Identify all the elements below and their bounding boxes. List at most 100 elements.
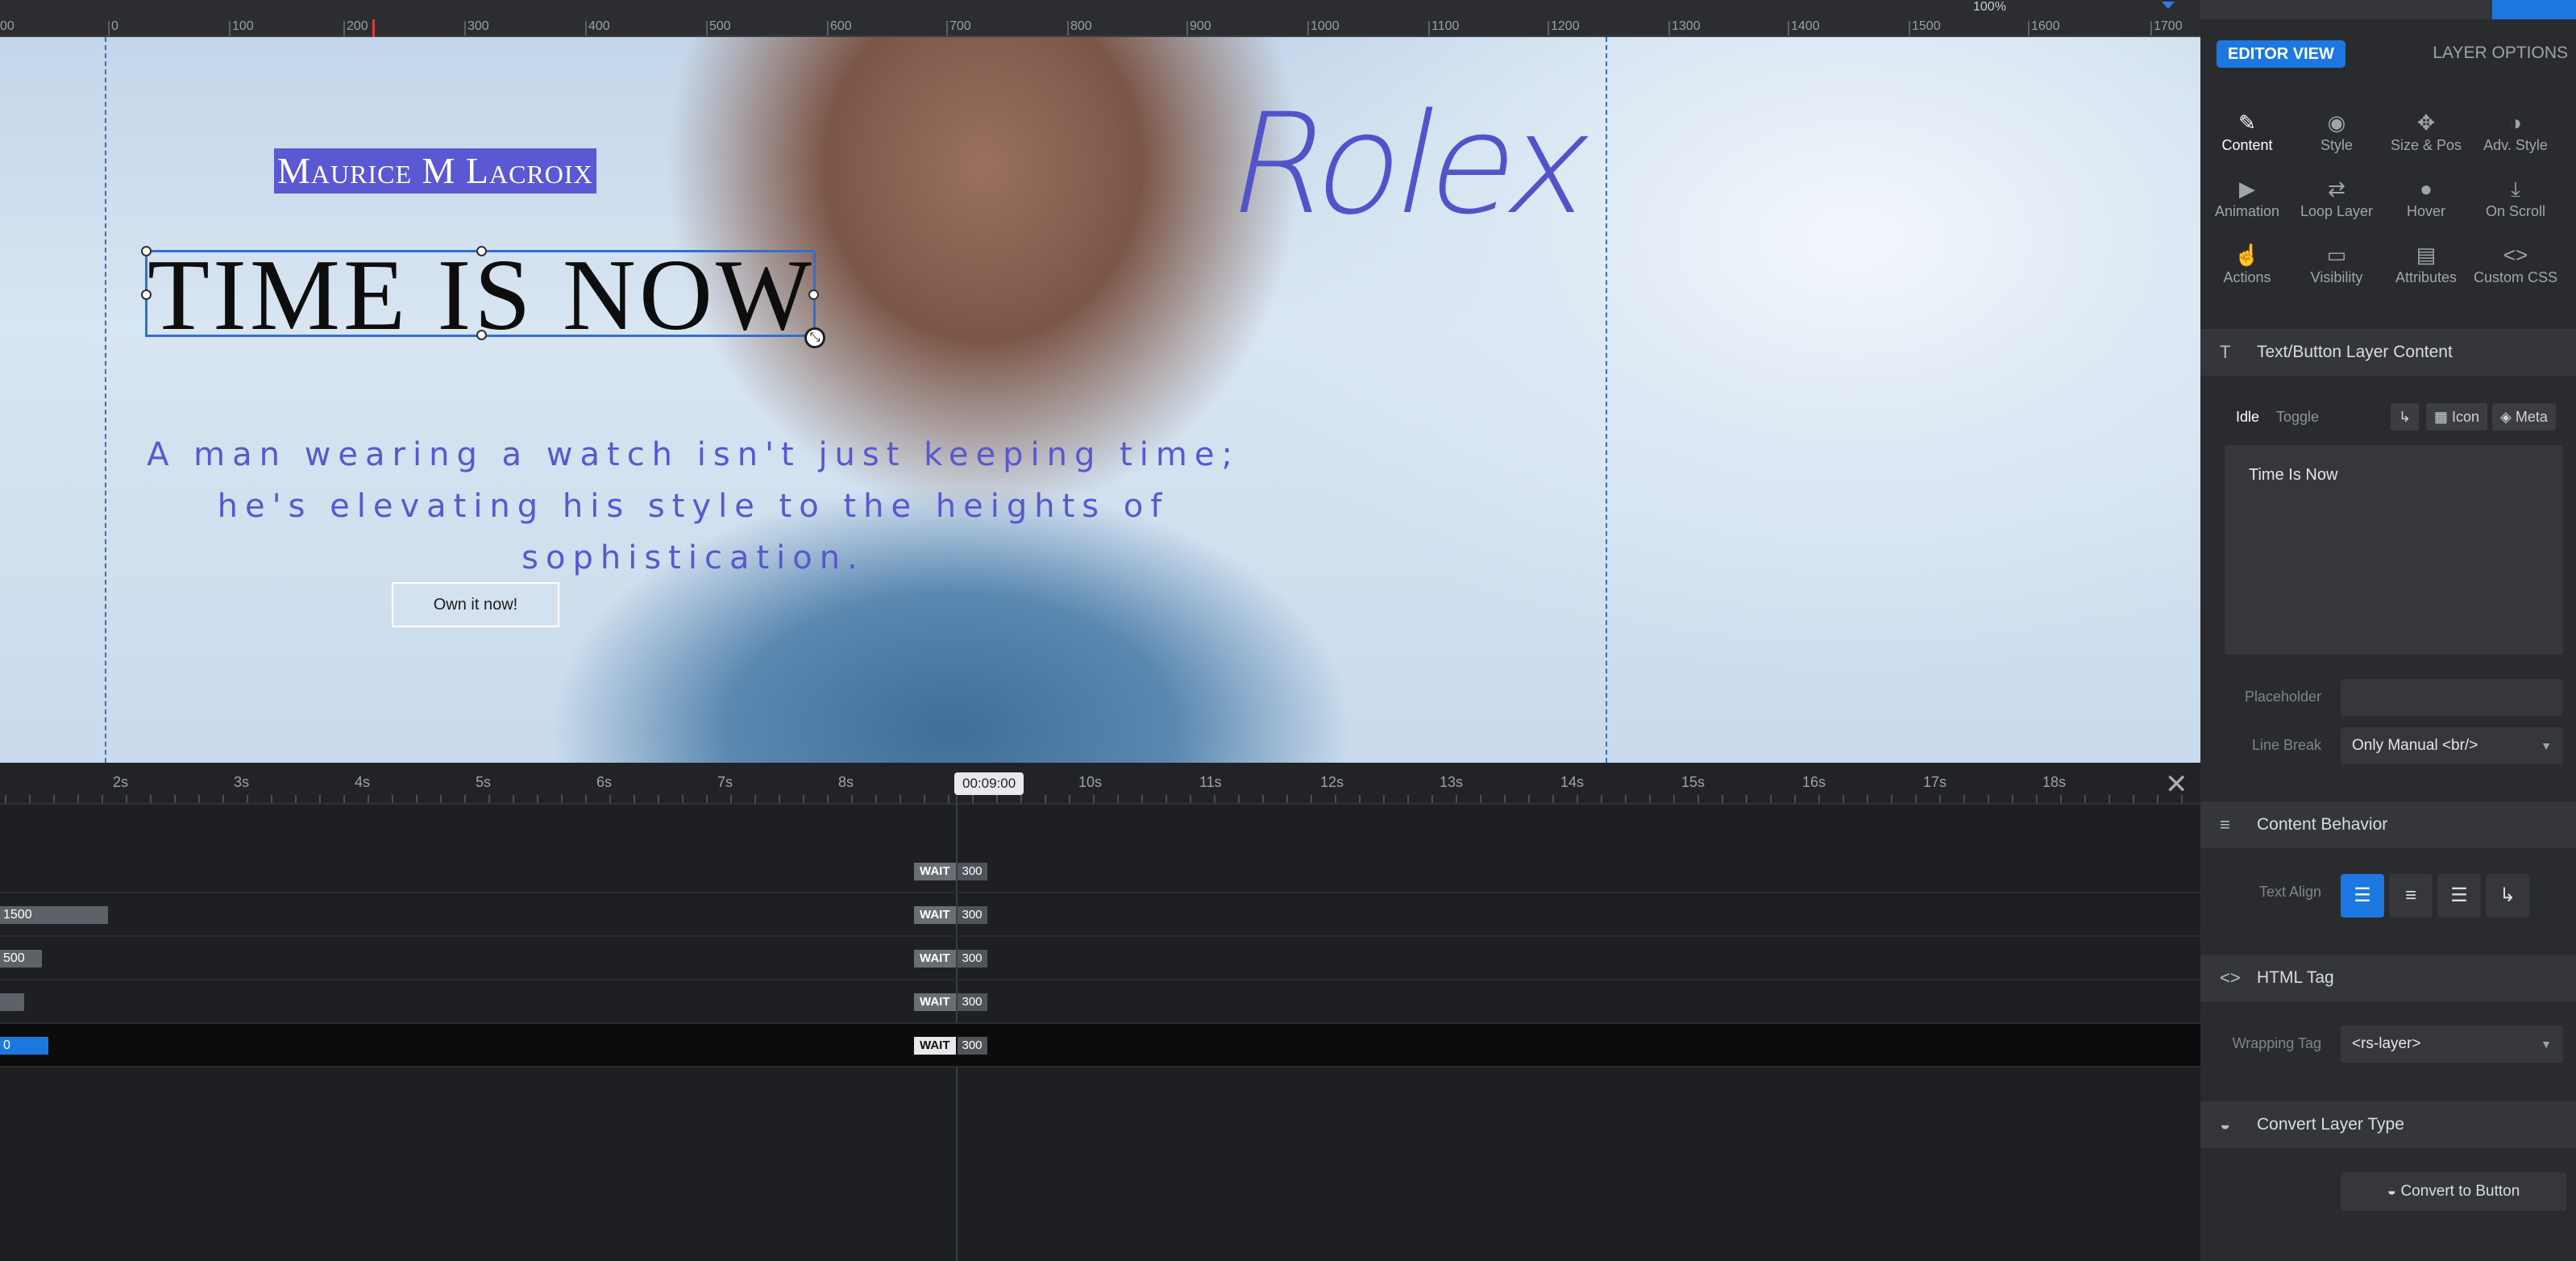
timeline-tick <box>102 795 103 803</box>
timeline-tick-label: 10s <box>1078 774 1103 790</box>
maurice-lacroix-logo-layer[interactable]: Maurice M Lacroix <box>274 148 596 194</box>
tab-attributes[interactable]: ▤ Attributes <box>2381 240 2471 286</box>
placeholder-input[interactable] <box>2341 679 2563 716</box>
timeline-tick <box>1141 795 1143 803</box>
timeline-panel[interactable]: 2s 3s 4s 5s 6s 7s 8s 10s 11s 12s 13s 14s 15s 16s 17s 18… <box>0 763 2200 1261</box>
tab-style[interactable]: ◉ Style <box>2291 108 2382 154</box>
tab-animation[interactable]: ▶ Animation <box>2202 174 2292 220</box>
line-break-icon[interactable]: ↳ <box>2391 403 2420 431</box>
timeline-ruler[interactable]: 2s 3s 4s 5s 6s 7s 8s 10s 11s 12s 13s 14s 15s 16s 17s 18… <box>0 763 2200 805</box>
timeline-tick-label: 18s <box>2042 774 2067 790</box>
text-icon: T <box>2220 342 2231 362</box>
timeline-tick <box>561 795 563 803</box>
close-icon[interactable]: ✕ <box>2165 771 2188 798</box>
ruler-tick <box>1428 21 1430 35</box>
timeline-row[interactable]: WAIT 300 <box>0 980 2200 1024</box>
ruler-tick <box>1307 21 1309 35</box>
wait-badge[interactable]: WAIT 300 <box>914 906 987 924</box>
section-convert-layer[interactable]: ◒ Convert Layer Type <box>2200 1101 2576 1148</box>
editor-root: { "ruler": { "zoom": "100%", "ticks": ["… <box>0 0 2576 1261</box>
resize-handle-top[interactable] <box>476 246 487 256</box>
convert-to-button[interactable]: ◒ Convert to Button <box>2341 1172 2566 1211</box>
editor-view-badge[interactable]: EDITOR VIEW <box>2217 40 2345 68</box>
section-content-behavior[interactable]: ≡ Content Behavior <box>2200 801 2576 848</box>
panel-top-bar <box>2200 0 2576 19</box>
playhead-time[interactable]: 00:09:00 <box>954 772 1024 795</box>
ruler-dropdown-icon[interactable] <box>2162 2 2175 9</box>
line-break-label: Line Break <box>2251 737 2321 753</box>
slide-canvas[interactable]: Maurice M Lacroix Rolex TIME IS NOW ⤡ A … <box>0 37 2200 763</box>
timeline-tick <box>222 795 224 803</box>
wrapping-tag-select[interactable]: <rs-layer> ▼ <box>2341 1026 2563 1063</box>
tab-content[interactable]: ✎ Content <box>2202 108 2292 154</box>
timeline-row[interactable]: 500 WAIT 300 <box>0 937 2200 980</box>
timeline-tick <box>513 795 514 803</box>
timeline-tick <box>416 795 418 803</box>
ruler-tick <box>1668 21 1670 35</box>
timeline-tick <box>1649 795 1651 803</box>
tab-hover[interactable]: ● Hover <box>2381 174 2471 220</box>
timeline-bar-selected[interactable]: 0 <box>0 1037 48 1055</box>
section-text-content[interactable]: T Text/Button Layer Content <box>2200 329 2576 376</box>
resize-handle-bottom[interactable] <box>476 330 487 340</box>
timeline-tick <box>1843 795 1844 803</box>
wait-badge[interactable]: WAIT 300 <box>914 993 987 1011</box>
selected-headline-layer[interactable]: TIME IS NOW <box>141 245 819 347</box>
line-break-select[interactable]: Only Manual <br/> ▼ <box>2341 727 2563 764</box>
resize-handle-right[interactable] <box>808 289 819 300</box>
own-it-now-button[interactable]: Own it now! <box>392 582 559 627</box>
ruler-tick-label: 0 <box>111 19 118 33</box>
tab-actions[interactable]: ☝ Actions <box>2202 240 2292 286</box>
subtab-toggle[interactable]: Toggle <box>2276 403 2319 431</box>
grid-icon: ▦ <box>2434 409 2453 425</box>
align-right-icon[interactable]: ☰ <box>2437 874 2481 918</box>
align-left-icon[interactable]: ☰ <box>2341 874 2384 918</box>
layer-text-textarea[interactable]: Time Is Now <box>2225 445 2563 655</box>
ruler-tick <box>2150 21 2152 35</box>
ruler-tick <box>585 21 587 35</box>
ruler-tick-label: 1400 <box>1791 19 1820 33</box>
timeline-row[interactable]: 1500 WAIT 300 <box>0 893 2200 937</box>
timeline-tick-label: 7s <box>717 774 733 790</box>
timeline-tick <box>464 795 466 803</box>
hand-pointer-icon: ☝ <box>2233 243 2261 267</box>
tab-adv-style[interactable]: ◑ Adv. Style <box>2470 108 2561 154</box>
wait-badge[interactable]: WAIT 300 <box>914 863 987 880</box>
timeline-row[interactable]: WAIT 300 <box>0 850 2200 893</box>
insert-meta-button[interactable]: ◈ Meta <box>2492 403 2556 431</box>
timeline-tick <box>1359 795 1361 803</box>
wait-badge[interactable]: WAIT 300 <box>914 950 987 968</box>
timeline-tick <box>2012 795 2013 803</box>
ruler-tick <box>1788 21 1789 35</box>
insert-icon-button[interactable]: ▦ Icon <box>2426 403 2488 431</box>
align-inherit-icon[interactable]: ↳ <box>2486 874 2529 918</box>
timeline-tick <box>2060 795 2062 803</box>
timeline-tick <box>1045 795 1046 803</box>
timeline-bar[interactable]: 1500 <box>0 906 108 924</box>
timeline-tick <box>585 795 587 803</box>
resize-handle-top-left[interactable] <box>141 246 152 256</box>
tab-on-scroll[interactable]: ⤓ On Scroll <box>2470 174 2561 220</box>
panel-top-active-button[interactable] <box>2492 0 2576 19</box>
subtitle-layer[interactable]: A man wearing a watch isn't just keeping… <box>105 429 1282 584</box>
tab-visibility[interactable]: ▭ Visibility <box>2291 240 2382 286</box>
resize-handle-left[interactable] <box>141 289 152 300</box>
timeline-tick <box>1673 795 1675 803</box>
tab-custom-css[interactable]: <> Custom CSS <box>2470 240 2561 286</box>
align-center-icon[interactable]: ≡ <box>2389 874 2433 918</box>
horizontal-ruler[interactable]: 00 0 100 200 300 400 500 600 700 800 900 1000 1100 12… <box>0 0 2200 37</box>
corner-resize-icon[interactable]: ⤡ <box>804 327 825 348</box>
headline-text[interactable]: TIME IS NOW <box>147 245 818 347</box>
wait-badge[interactable]: WAIT 300 <box>914 1037 987 1055</box>
subtab-idle[interactable]: Idle <box>2236 403 2259 431</box>
subtitle-line-2: he's elevating his style to the heights … <box>217 488 1170 576</box>
timeline-bar[interactable] <box>0 993 24 1011</box>
timeline-bar[interactable]: 500 <box>0 950 42 968</box>
timeline-tick <box>1818 795 1820 803</box>
tab-size-pos[interactable]: ✥ Size & Pos <box>2381 108 2471 154</box>
section-html-tag[interactable]: <> HTML Tag <box>2200 955 2576 1001</box>
tab-loop-layer[interactable]: ⇄ Loop Layer <box>2291 174 2382 220</box>
rolex-logo-layer[interactable]: Rolex <box>1216 83 1605 245</box>
timeline-tick <box>198 795 200 803</box>
timeline-row-selected[interactable]: 0 WAIT 300 <box>0 1024 2200 1067</box>
